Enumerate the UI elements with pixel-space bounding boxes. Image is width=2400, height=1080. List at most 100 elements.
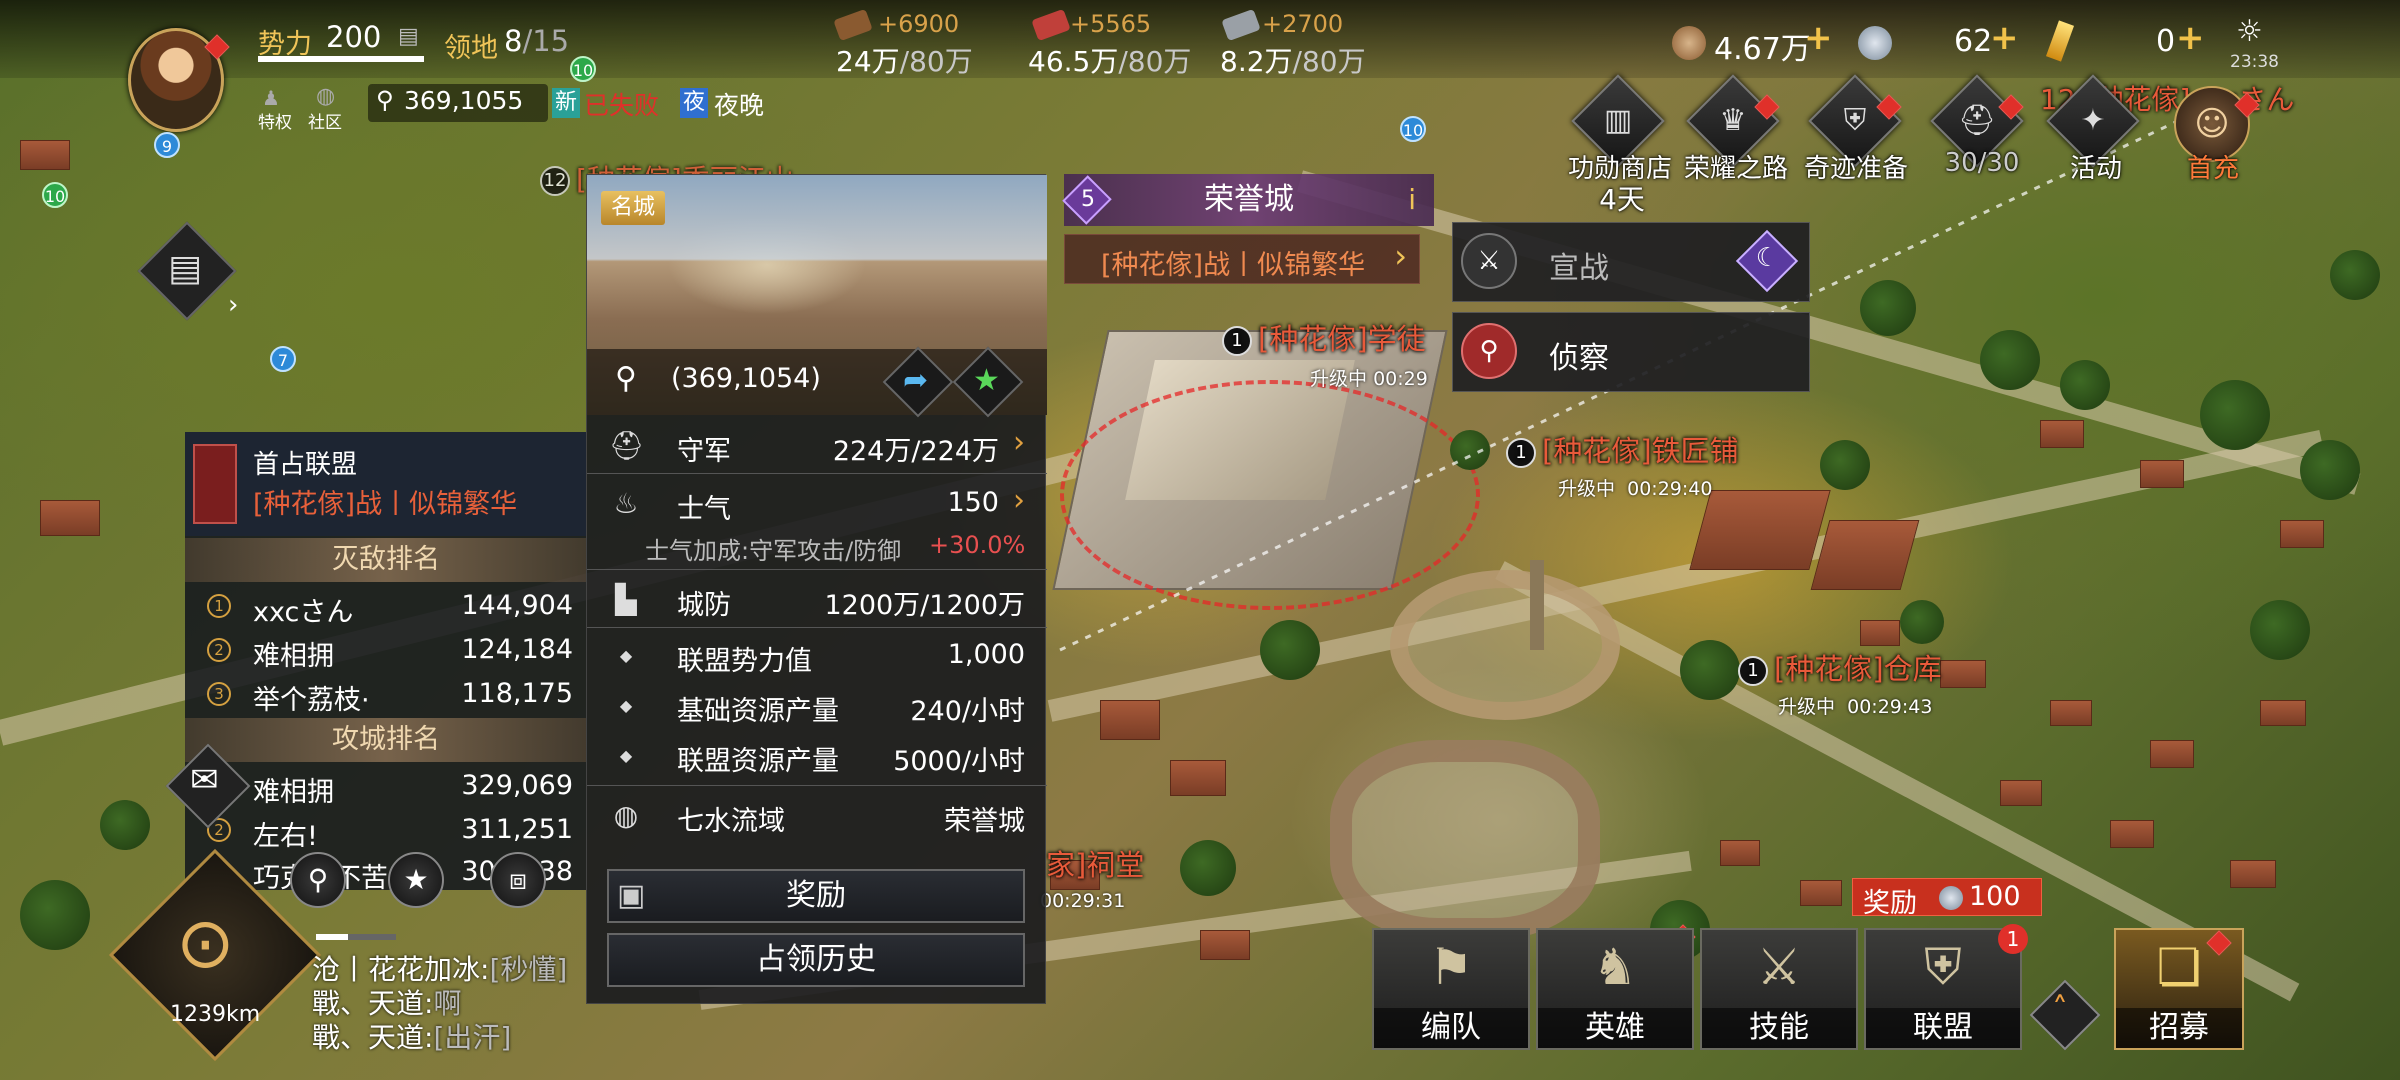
clock-time: 23:38: [2230, 52, 2279, 72]
hero-label: 英雄: [1538, 1008, 1692, 1048]
famous-city-badge: 名城: [601, 191, 665, 225]
scout-label: 侦察: [1549, 341, 1609, 376]
scroll-icon: ▤: [168, 248, 203, 289]
map-label-blacksmith[interactable]: 1 [种花傢]铁匠铺: [1506, 428, 1739, 470]
favorites-button[interactable]: ★: [388, 852, 444, 908]
declare-war-button[interactable]: ⚔ 宣战 ☾: [1452, 222, 1810, 302]
helmet-icon: ⛑: [609, 429, 645, 462]
hero-button[interactable]: ♞ 英雄: [1536, 928, 1694, 1050]
reward-chip[interactable]: 奖励 100: [1852, 878, 2042, 919]
search-button[interactable]: ⚲: [290, 852, 346, 908]
city-owner-bar[interactable]: [种花傢]战丨似锦繁华 ›: [1064, 234, 1420, 284]
community-icon[interactable]: ◍: [316, 84, 335, 109]
map-level-badge: 10: [570, 56, 596, 82]
kill-rank-row[interactable]: 2 难相拥 124,184: [185, 628, 587, 672]
swords-icon: ⚔: [1756, 938, 1802, 996]
map-label-warehouse[interactable]: 1 [种花傢]仓库: [1738, 646, 1942, 688]
resource-stone[interactable]: +2700 8.2万/80万: [1220, 8, 1390, 80]
stone-gain: +2700: [1262, 10, 1344, 38]
resource-wood[interactable]: +6900 24万/80万: [833, 8, 1006, 80]
stat-value: 5000/小时: [893, 746, 1025, 777]
occupation-history-button[interactable]: 占领历史: [607, 933, 1025, 987]
first-alliance-title: 首占联盟: [253, 450, 358, 480]
rank-name: 难相拥: [253, 641, 334, 672]
event-icon: ✦: [2080, 103, 2106, 138]
grid-icon: ⧈: [509, 863, 527, 896]
community-label[interactable]: 社区: [308, 108, 342, 133]
glory-road-label: 荣耀之路: [1683, 154, 1788, 184]
kill-rank-row[interactable]: 3 举个荔枝· 118,175: [185, 672, 587, 716]
alliance-button[interactable]: ⛨ 联盟: [1864, 928, 2022, 1050]
first-alliance-name[interactable]: [种花傢]战丨似锦繁华: [253, 482, 517, 521]
tag-lost: 已失败: [584, 91, 660, 120]
timer-text: 00:29:43: [1847, 696, 1933, 718]
map-tools-button[interactable]: ⧈: [490, 852, 546, 908]
rank-score: 311,251: [461, 814, 573, 845]
timer-text: 00:29: [1373, 368, 1428, 390]
morale-bonus-value: +30.0%: [929, 531, 1026, 559]
rank-name: 难相拥: [253, 777, 334, 808]
avatar-level-badge: 9: [154, 132, 180, 158]
siege-rank-row[interactable]: 2 左右! 311,251: [185, 808, 587, 852]
compass-icon: ⊙: [176, 902, 235, 984]
divider: [587, 785, 1047, 786]
mail-small-icon[interactable]: ▤: [398, 24, 419, 49]
chevron-up-icon: ˄: [2052, 990, 2068, 1028]
alliance-power-row: ◆ 联盟势力值 1,000: [587, 631, 1047, 681]
copper-add-button[interactable]: +: [1804, 18, 1833, 58]
reward-button[interactable]: ▣ 奖励: [607, 869, 1025, 923]
map-label-shrine[interactable]: 家]祠堂: [1046, 842, 1144, 884]
chat-pager: [316, 934, 396, 940]
scout-button[interactable]: ⚲ 侦察: [1452, 312, 1810, 392]
status-text: 升级中: [1778, 696, 1836, 718]
alliance-icon: ⛨: [1924, 938, 1962, 996]
silver-add-button[interactable]: +: [1990, 18, 2019, 58]
base-resource-row: ◆ 基础资源产量 240/小时: [587, 681, 1047, 731]
gold-amount: 0: [2156, 24, 2176, 59]
helmet-icon: ⛑: [1957, 103, 1997, 138]
silver-amount: 62: [1954, 24, 1993, 59]
formation-button[interactable]: ⚑ 编队: [1372, 928, 1530, 1050]
morale-row[interactable]: ♨ 士气 150 ›: [587, 479, 1047, 529]
first-charge-label: 首充: [2186, 154, 2239, 184]
region-label: 七水流域: [677, 806, 785, 837]
resource-iron[interactable]: +5565 46.5万/80万: [1028, 8, 1198, 80]
territory-label: 领地: [444, 33, 498, 64]
skill-button[interactable]: ⚔ 技能: [1700, 928, 1858, 1050]
city-coords[interactable]: (369,1054): [671, 363, 821, 394]
expand-arrow-icon[interactable]: ›: [228, 290, 238, 320]
chevron-right-icon: ›: [1013, 425, 1025, 460]
star-icon: ★: [403, 863, 429, 896]
reward-chip-value: 100: [1969, 881, 2021, 912]
map-level-badge: 10: [42, 182, 68, 208]
reward-label: 奖励: [786, 878, 846, 913]
chat-message: [出汗]: [433, 1021, 512, 1054]
privilege-label[interactable]: 特权: [258, 108, 292, 133]
rank-name: xxcさん: [253, 597, 354, 628]
garrison-row[interactable]: ⛑ 守军 224万/224万 ›: [587, 421, 1047, 471]
night-text: 夜晚: [714, 91, 765, 120]
alliance-badge: 1: [1998, 924, 2028, 954]
gold-add-button[interactable]: +: [2176, 18, 2205, 58]
stat-value: 1,000: [947, 639, 1025, 670]
scout-icon: ⚲: [1461, 323, 1517, 379]
alliance-resource-row: ◆ 联盟资源产量 5000/小时: [587, 731, 1047, 781]
chat-line[interactable]: 戰、天道:[出汗]: [312, 1016, 511, 1056]
stone-amount: 8.2万: [1220, 45, 1293, 78]
privilege-icon[interactable]: ♟: [262, 86, 280, 110]
map-label-apprentice[interactable]: 1 [种花傢]学徒: [1222, 316, 1426, 358]
shield-icon: ⛨: [1843, 103, 1867, 138]
star-icon: ★: [973, 363, 1000, 398]
wood-amount: 24万: [836, 45, 900, 78]
blacksmith-status: 升级中 00:29:40: [1558, 474, 1712, 501]
rank-score: 144,904: [461, 590, 573, 621]
mail-icon: ✉: [190, 760, 219, 800]
chest-icon: ▣: [617, 878, 646, 913]
stat-label: 基础资源产量: [677, 696, 839, 727]
shrine-timer: 00:29:31: [1040, 890, 1126, 912]
iron-amount: 46.5万: [1028, 45, 1119, 78]
info-icon[interactable]: i: [1408, 174, 1416, 226]
power-bar: [258, 56, 424, 62]
wood-cap: /80万: [899, 45, 973, 78]
kill-rank-row[interactable]: 1 xxcさん 144,904: [185, 584, 587, 628]
